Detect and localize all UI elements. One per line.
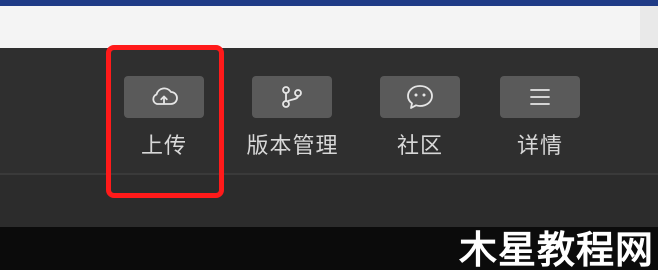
upload-button[interactable]: 上传 [124,76,204,161]
screenshot-frame: 上传 版本管理 社区 详情 木星教程网 [0,0,658,270]
branch-icon [279,84,305,110]
community-button[interactable]: 社区 [380,76,460,161]
details-button[interactable]: 详情 [500,76,580,161]
community-icon-button[interactable] [380,76,460,118]
upload-icon-button[interactable] [124,76,204,118]
details-icon-button[interactable] [500,76,580,118]
watermark-text: 木星教程网 [458,228,654,270]
address-bar-area[interactable] [0,6,658,49]
version-management-button[interactable]: 版本管理 [245,76,340,161]
details-label: 详情 [516,134,563,159]
chat-bubble-icon [405,83,435,111]
upload-label: 上传 [140,134,187,159]
address-bar-edge [640,6,658,48]
version-management-label: 版本管理 [246,134,339,159]
version-management-icon-button[interactable] [252,76,332,118]
menu-icon [528,86,552,108]
community-label: 社区 [396,134,443,159]
cloud-upload-icon [149,86,179,108]
lower-panel [0,175,658,227]
